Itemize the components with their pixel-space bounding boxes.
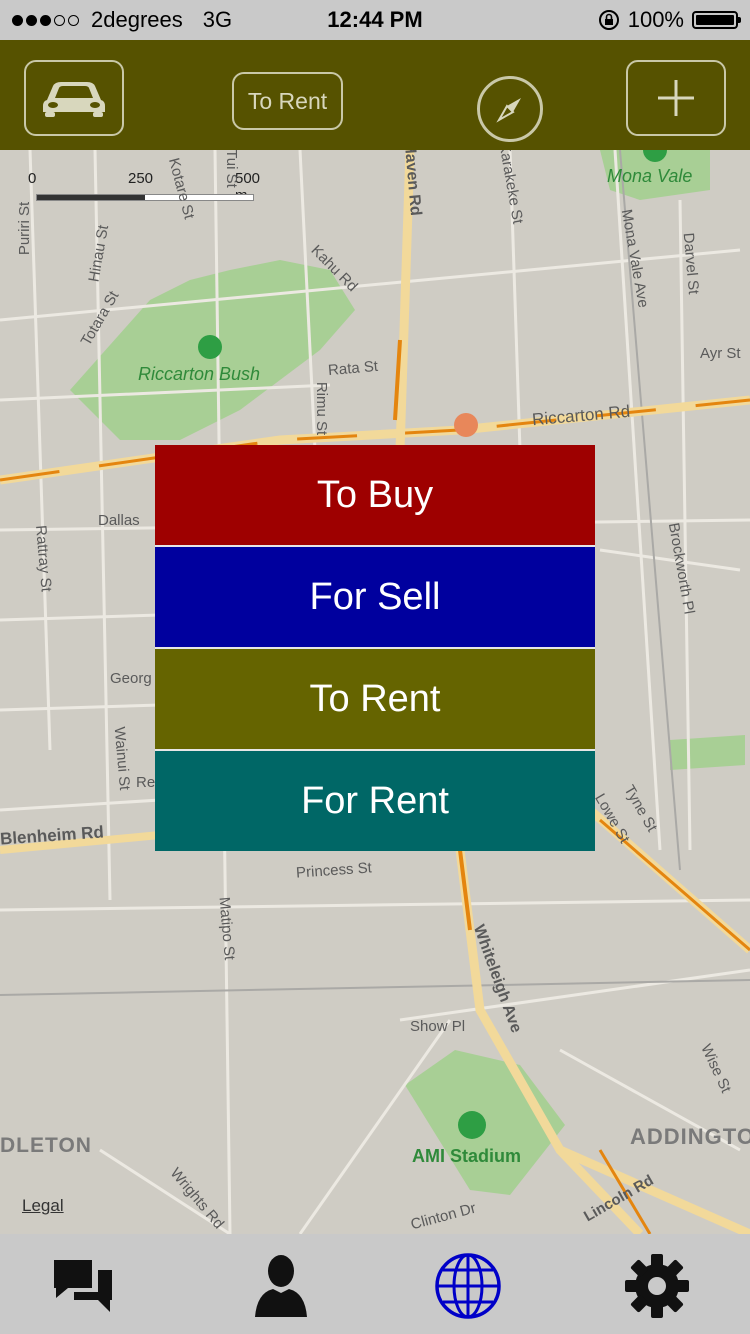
tab-map[interactable] <box>430 1248 506 1324</box>
park-label-riccarton-bush: Riccarton Bush <box>138 364 261 384</box>
gear-icon <box>625 1254 689 1318</box>
scale-line <box>36 194 254 201</box>
chat-icon <box>54 1260 112 1312</box>
street-label: Dallas <box>98 512 140 529</box>
plus-icon <box>658 80 694 116</box>
person-icon <box>255 1255 307 1317</box>
street-label: Tui St <box>222 150 240 188</box>
park-label-mona-vale: Mona Vale <box>607 166 693 186</box>
to-rent-filter-button[interactable]: To Rent <box>232 72 343 130</box>
battery-percent: 100% <box>627 7 684 32</box>
street-label: Show Pl <box>410 1018 466 1035</box>
for-sell-button[interactable]: For Sell <box>155 547 595 649</box>
car-button[interactable] <box>24 60 124 136</box>
street-label: Re <box>136 774 156 791</box>
to-rent-button[interactable]: To Rent <box>155 649 595 751</box>
car-icon <box>43 82 105 117</box>
park-label-ami-stadium: AMI Stadium <box>412 1146 522 1166</box>
tab-messages[interactable] <box>45 1248 121 1324</box>
scale-mid: 250 <box>128 170 154 187</box>
status-bar: 2degrees 3G 12:44 PM 100% <box>0 0 750 40</box>
tab-settings[interactable] <box>619 1248 695 1324</box>
compass-icon <box>496 98 521 123</box>
legal-link[interactable]: Legal <box>22 1196 64 1216</box>
area-label-addington: ADDINGTO <box>630 1124 750 1149</box>
street-label: Rimu St <box>313 381 331 436</box>
scale-zero: 0 <box>28 170 37 187</box>
top-navbar: To Rent <box>0 40 750 150</box>
bottom-tab-bar <box>0 1234 750 1334</box>
status-right: 100% <box>598 7 741 33</box>
rotation-lock-icon <box>598 10 619 30</box>
compass-button[interactable] <box>477 76 543 142</box>
street-label: Puriri St <box>16 201 34 256</box>
add-button[interactable] <box>626 60 726 136</box>
street-label: Georg <box>110 670 152 687</box>
globe-icon <box>435 1253 501 1319</box>
for-rent-button[interactable]: For Rent <box>155 751 595 851</box>
tab-profile[interactable] <box>243 1248 319 1324</box>
area-label-middleton: DLETON <box>0 1134 92 1157</box>
to-buy-button[interactable]: To Buy <box>155 445 595 547</box>
street-label: Ayr St <box>700 345 741 362</box>
category-menu: To Buy For Sell To Rent For Rent <box>155 445 595 851</box>
battery-icon <box>692 11 741 29</box>
